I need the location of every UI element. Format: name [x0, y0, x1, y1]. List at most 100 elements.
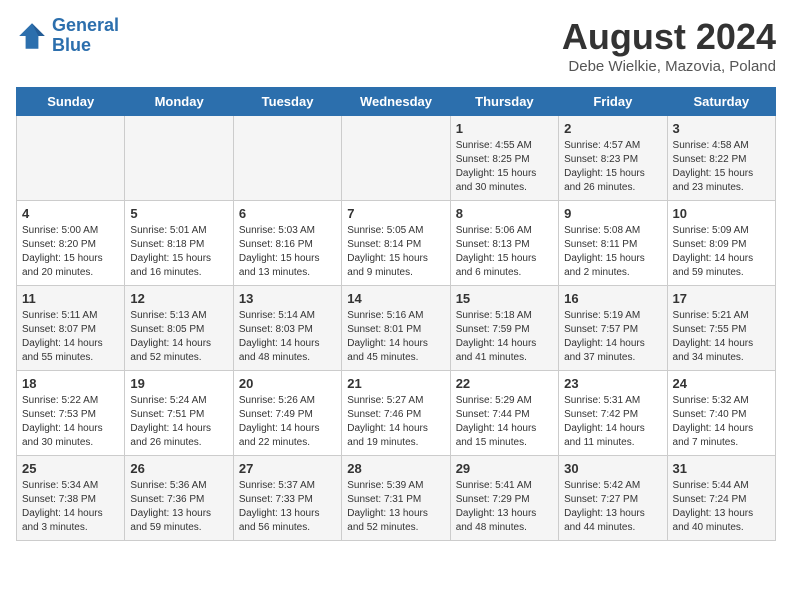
calendar-cell: 22 Sunrise: 5:29 AM Sunset: 7:44 PM Dayli… — [450, 371, 558, 456]
cell-content: Sunrise: 5:34 AM Sunset: 7:38 PM Dayligh… — [22, 479, 119, 535]
calendar-cell: 25 Sunrise: 5:34 AM Sunset: 7:38 PM Dayli… — [17, 456, 125, 541]
logo-text: General Blue — [52, 16, 119, 56]
calendar-cell: 24 Sunrise: 5:32 AM Sunset: 7:40 PM Dayli… — [667, 371, 775, 456]
calendar-cell: 5 Sunrise: 5:01 AM Sunset: 8:18 PM Daylig… — [125, 201, 233, 286]
cell-content: Sunrise: 5:01 AM Sunset: 8:18 PM Dayligh… — [130, 224, 227, 280]
day-number: 10 — [673, 206, 770, 221]
calendar-cell — [233, 116, 341, 201]
cell-content: Sunrise: 5:18 AM Sunset: 7:59 PM Dayligh… — [456, 309, 553, 365]
calendar-cell: 23 Sunrise: 5:31 AM Sunset: 7:42 PM Dayli… — [559, 371, 667, 456]
cell-content: Sunrise: 5:05 AM Sunset: 8:14 PM Dayligh… — [347, 224, 444, 280]
calendar-cell: 8Sunrise: 5:06 AM Sunset: 8:13 PM Daylig… — [450, 201, 558, 286]
cell-content: Sunrise: 4:58 AM Sunset: 8:22 PM Dayligh… — [673, 139, 770, 195]
calendar-cell: 1 Sunrise: 4:55 AM Sunset: 8:25 PM Daylig… — [450, 116, 558, 201]
calendar-week-row: 11 Sunrise: 5:11 AM Sunset: 8:07 PM Dayli… — [17, 286, 776, 371]
calendar-week-row: 1 Sunrise: 4:55 AM Sunset: 8:25 PM Daylig… — [17, 116, 776, 201]
cell-content: Sunrise: 5:32 AM Sunset: 7:40 PM Dayligh… — [673, 394, 770, 450]
cell-content: Sunrise: 5:21 AM Sunset: 7:55 PM Dayligh… — [673, 309, 770, 365]
day-number: 11 — [22, 291, 119, 306]
day-number: 14 — [347, 291, 444, 306]
calendar-cell: 9 Sunrise: 5:08 AM Sunset: 8:11 PM Daylig… — [559, 201, 667, 286]
calendar-cell: 6 Sunrise: 5:03 AM Sunset: 8:16 PM Daylig… — [233, 201, 341, 286]
cell-content: Sunrise: 5:26 AM Sunset: 7:49 PM Dayligh… — [239, 394, 336, 450]
logo-icon — [16, 20, 48, 52]
day-number: 18 — [22, 376, 119, 391]
cell-content: Sunrise: 5:39 AM Sunset: 7:31 PM Dayligh… — [347, 479, 444, 535]
cell-content: Sunrise: 5:44 AM Sunset: 7:24 PM Dayligh… — [673, 479, 770, 535]
day-number: 30 — [564, 461, 661, 476]
location: Debe Wielkie, Mazovia, Poland — [562, 58, 776, 75]
cell-content: Sunrise: 5:37 AM Sunset: 7:33 PM Dayligh… — [239, 479, 336, 535]
cell-content: Sunrise: 5:06 AM Sunset: 8:13 PM Dayligh… — [456, 224, 553, 280]
day-number: 19 — [130, 376, 227, 391]
day-number: 13 — [239, 291, 336, 306]
day-number: 9 — [564, 206, 661, 221]
calendar-cell — [125, 116, 233, 201]
cell-content: Sunrise: 5:19 AM Sunset: 7:57 PM Dayligh… — [564, 309, 661, 365]
cell-content: Sunrise: 5:16 AM Sunset: 8:01 PM Dayligh… — [347, 309, 444, 365]
cell-content: Sunrise: 5:42 AM Sunset: 7:27 PM Dayligh… — [564, 479, 661, 535]
calendar-week-row: 25 Sunrise: 5:34 AM Sunset: 7:38 PM Dayli… — [17, 456, 776, 541]
cell-content: Sunrise: 5:24 AM Sunset: 7:51 PM Dayligh… — [130, 394, 227, 450]
day-number: 24 — [673, 376, 770, 391]
day-number: 28 — [347, 461, 444, 476]
day-number: 17 — [673, 291, 770, 306]
day-number: 7 — [347, 206, 444, 221]
calendar-cell: 31 Sunrise: 5:44 AM Sunset: 7:24 PM Dayli… — [667, 456, 775, 541]
calendar-cell: 26 Sunrise: 5:36 AM Sunset: 7:36 PM Dayli… — [125, 456, 233, 541]
day-of-week-header: Thursday — [450, 88, 558, 116]
calendar-cell — [342, 116, 450, 201]
cell-content: Sunrise: 5:09 AM Sunset: 8:09 PM Dayligh… — [673, 224, 770, 280]
day-number: 15 — [456, 291, 553, 306]
day-number: 20 — [239, 376, 336, 391]
day-of-week-header: Monday — [125, 88, 233, 116]
day-number: 12 — [130, 291, 227, 306]
day-number: 6 — [239, 206, 336, 221]
calendar-cell: 17 Sunrise: 5:21 AM Sunset: 7:55 PM Dayli… — [667, 286, 775, 371]
calendar-cell: 27Sunrise: 5:37 AM Sunset: 7:33 PM Dayli… — [233, 456, 341, 541]
calendar-cell: 21 Sunrise: 5:27 AM Sunset: 7:46 PM Dayli… — [342, 371, 450, 456]
calendar-cell: 14 Sunrise: 5:16 AM Sunset: 8:01 PM Dayli… — [342, 286, 450, 371]
day-number: 29 — [456, 461, 553, 476]
day-number: 1 — [456, 121, 553, 136]
day-number: 23 — [564, 376, 661, 391]
cell-content: Sunrise: 5:41 AM Sunset: 7:29 PM Dayligh… — [456, 479, 553, 535]
cell-content: Sunrise: 5:08 AM Sunset: 8:11 PM Dayligh… — [564, 224, 661, 280]
day-number: 25 — [22, 461, 119, 476]
day-of-week-header: Sunday — [17, 88, 125, 116]
calendar-cell — [17, 116, 125, 201]
cell-content: Sunrise: 5:29 AM Sunset: 7:44 PM Dayligh… — [456, 394, 553, 450]
calendar-cell: 19 Sunrise: 5:24 AM Sunset: 7:51 PM Dayli… — [125, 371, 233, 456]
calendar-cell: 10 Sunrise: 5:09 AM Sunset: 8:09 PM Dayli… — [667, 201, 775, 286]
cell-content: Sunrise: 5:13 AM Sunset: 8:05 PM Dayligh… — [130, 309, 227, 365]
day-number: 22 — [456, 376, 553, 391]
day-number: 5 — [130, 206, 227, 221]
day-of-week-header: Saturday — [667, 88, 775, 116]
cell-content: Sunrise: 4:57 AM Sunset: 8:23 PM Dayligh… — [564, 139, 661, 195]
cell-content: Sunrise: 5:36 AM Sunset: 7:36 PM Dayligh… — [130, 479, 227, 535]
day-number: 2 — [564, 121, 661, 136]
cell-content: Sunrise: 5:00 AM Sunset: 8:20 PM Dayligh… — [22, 224, 119, 280]
calendar-cell: 30 Sunrise: 5:42 AM Sunset: 7:27 PM Dayli… — [559, 456, 667, 541]
calendar-cell: 4Sunrise: 5:00 AM Sunset: 8:20 PM Daylig… — [17, 201, 125, 286]
cell-content: Sunrise: 5:27 AM Sunset: 7:46 PM Dayligh… — [347, 394, 444, 450]
calendar-cell: 29 Sunrise: 5:41 AM Sunset: 7:29 PM Dayli… — [450, 456, 558, 541]
logo: General Blue — [16, 16, 119, 56]
calendar-cell: 13Sunrise: 5:14 AM Sunset: 8:03 PM Dayli… — [233, 286, 341, 371]
day-of-week-header: Tuesday — [233, 88, 341, 116]
cell-content: Sunrise: 4:55 AM Sunset: 8:25 PM Dayligh… — [456, 139, 553, 195]
day-number: 26 — [130, 461, 227, 476]
calendar-cell: 28 Sunrise: 5:39 AM Sunset: 7:31 PM Dayli… — [342, 456, 450, 541]
calendar-cell: 12 Sunrise: 5:13 AM Sunset: 8:05 PM Dayli… — [125, 286, 233, 371]
day-number: 31 — [673, 461, 770, 476]
cell-content: Sunrise: 5:11 AM Sunset: 8:07 PM Dayligh… — [22, 309, 119, 365]
cell-content: Sunrise: 5:03 AM Sunset: 8:16 PM Dayligh… — [239, 224, 336, 280]
calendar-week-row: 4Sunrise: 5:00 AM Sunset: 8:20 PM Daylig… — [17, 201, 776, 286]
calendar-cell: 16Sunrise: 5:19 AM Sunset: 7:57 PM Dayli… — [559, 286, 667, 371]
title-block: August 2024 Debe Wielkie, Mazovia, Polan… — [562, 16, 776, 75]
day-number: 21 — [347, 376, 444, 391]
calendar-cell: 15 Sunrise: 5:18 AM Sunset: 7:59 PM Dayli… — [450, 286, 558, 371]
page-header: General Blue August 2024 Debe Wielkie, M… — [16, 16, 776, 75]
cell-content: Sunrise: 5:22 AM Sunset: 7:53 PM Dayligh… — [22, 394, 119, 450]
cell-content: Sunrise: 5:31 AM Sunset: 7:42 PM Dayligh… — [564, 394, 661, 450]
